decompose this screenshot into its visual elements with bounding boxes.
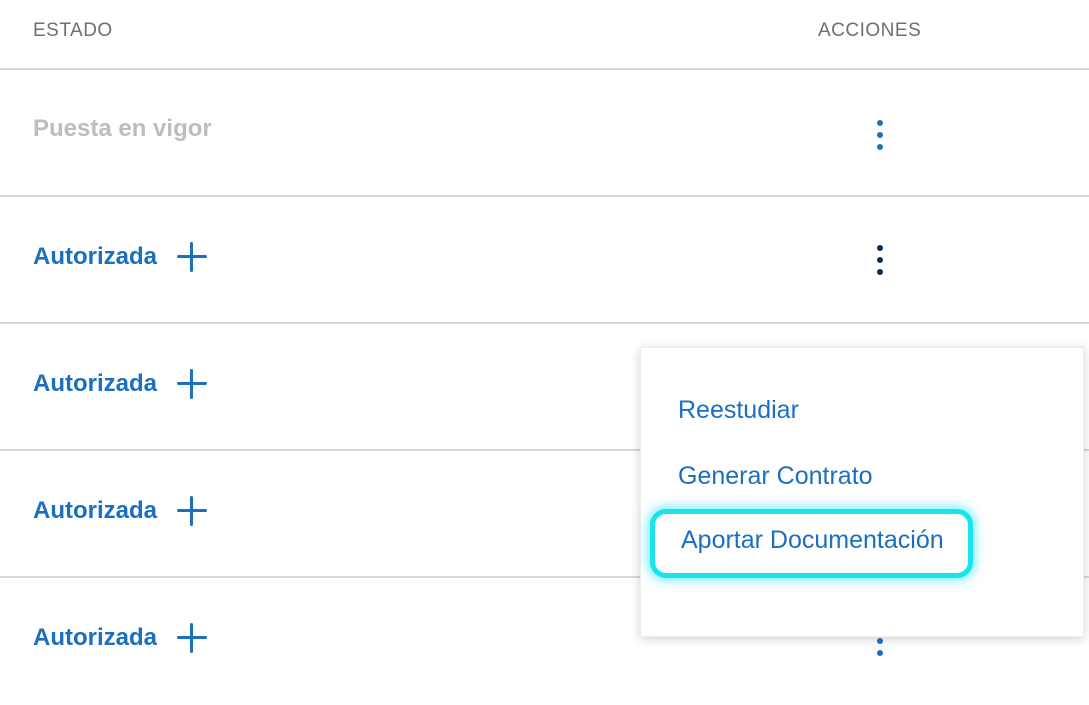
status-cell: Autorizada xyxy=(33,369,208,399)
status-label: Puesta en vigor xyxy=(33,115,212,142)
plus-icon[interactable] xyxy=(177,623,208,653)
column-header-acciones: ACCIONES xyxy=(818,20,922,41)
plus-icon[interactable] xyxy=(177,369,208,399)
plus-icon[interactable] xyxy=(177,242,208,272)
status-label[interactable]: Autorizada xyxy=(33,370,157,398)
table-header: ESTADO ACCIONES xyxy=(0,0,1089,70)
menu-item-aportar-documentacion[interactable]: Aportar Documentación xyxy=(650,509,973,578)
table-row: Puesta en vigor xyxy=(0,70,1089,197)
status-label[interactable]: Autorizada xyxy=(33,497,157,525)
status-cell: Puesta en vigor xyxy=(33,115,212,143)
plus-icon[interactable] xyxy=(177,496,208,526)
table-row: Autorizada xyxy=(0,197,1089,324)
kebab-menu-icon[interactable] xyxy=(874,118,886,152)
status-cell: Autorizada xyxy=(33,623,208,653)
menu-item-generar-contrato[interactable]: Generar Contrato xyxy=(678,462,873,491)
kebab-menu-icon[interactable] xyxy=(874,243,886,277)
actions-dropdown-menu: Reestudiar Generar Contrato Aportar Docu… xyxy=(640,347,1084,637)
status-cell: Autorizada xyxy=(33,242,208,272)
status-label[interactable]: Autorizada xyxy=(33,243,157,271)
column-header-estado: ESTADO xyxy=(33,20,113,41)
status-cell: Autorizada xyxy=(33,496,208,526)
status-label[interactable]: Autorizada xyxy=(33,624,157,652)
menu-item-reestudiar[interactable]: Reestudiar xyxy=(678,396,799,425)
